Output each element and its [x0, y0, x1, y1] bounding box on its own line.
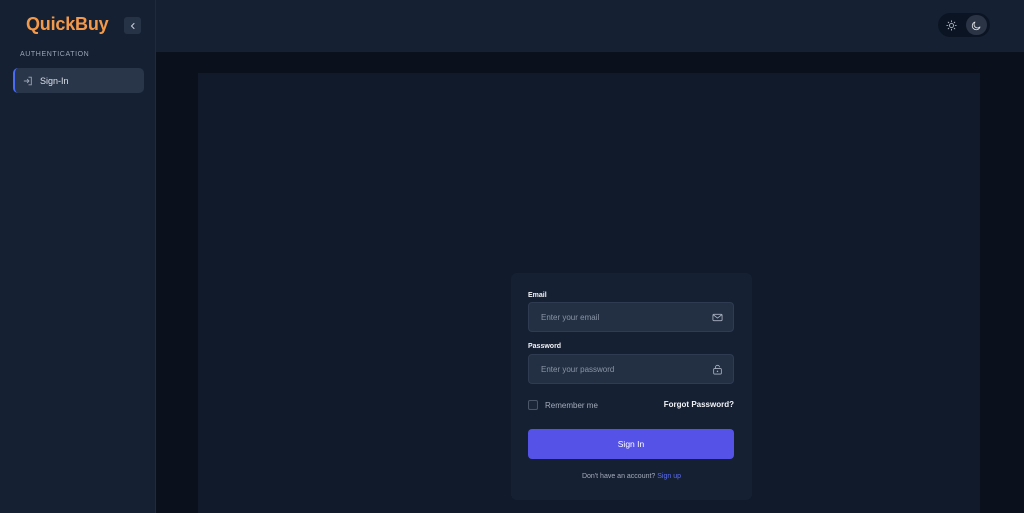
password-label: Password [528, 343, 562, 350]
main-content: Email Password [156, 52, 1024, 513]
moon-icon [971, 21, 981, 30]
email-label: Email [528, 292, 547, 299]
light-theme-button[interactable] [941, 15, 962, 35]
sidebar-item-label: Sign-In [40, 75, 69, 86]
sign-in-icon [23, 76, 33, 86]
sun-icon [946, 19, 957, 31]
top-header [156, 0, 1024, 52]
password-input[interactable] [541, 364, 712, 374]
sidebar-collapse-button[interactable] [124, 17, 141, 34]
sidebar-item-sign-in[interactable]: Sign-In [13, 68, 144, 93]
sidebar: QuickBuy AUTHENTICATION Sign-In [0, 0, 156, 513]
email-input[interactable] [541, 312, 712, 322]
app-root: QuickBuy AUTHENTICATION Sign-In Email En… [0, 0, 1024, 513]
signup-prompt: Don't have an account? [581, 473, 658, 480]
remember-me-row: Remember me [528, 400, 598, 410]
sidebar-section-label: AUTHENTICATION [20, 51, 90, 58]
remember-me-checkbox[interactable] [528, 400, 538, 410]
lock-icon [712, 364, 723, 375]
theme-toggle[interactable] [938, 13, 990, 37]
dark-theme-button[interactable] [966, 15, 987, 35]
sign-in-card: Email Password [511, 273, 752, 500]
forgot-password-link[interactable]: Forgot Password? [664, 400, 734, 409]
sign-in-button[interactable]: Sign In [528, 429, 734, 459]
signup-row: Don't have an account? Sign up [511, 473, 752, 480]
mail-icon [712, 312, 723, 323]
brand-logo[interactable]: QuickBuy [26, 14, 109, 35]
password-field-wrapper[interactable] [528, 354, 734, 384]
chevron-left-icon [130, 22, 135, 29]
content-panel: Email Password [198, 73, 980, 513]
email-field-wrapper[interactable] [528, 302, 734, 332]
signup-link[interactable]: Sign up [657, 473, 681, 480]
remember-me-label[interactable]: Remember me [545, 401, 598, 410]
